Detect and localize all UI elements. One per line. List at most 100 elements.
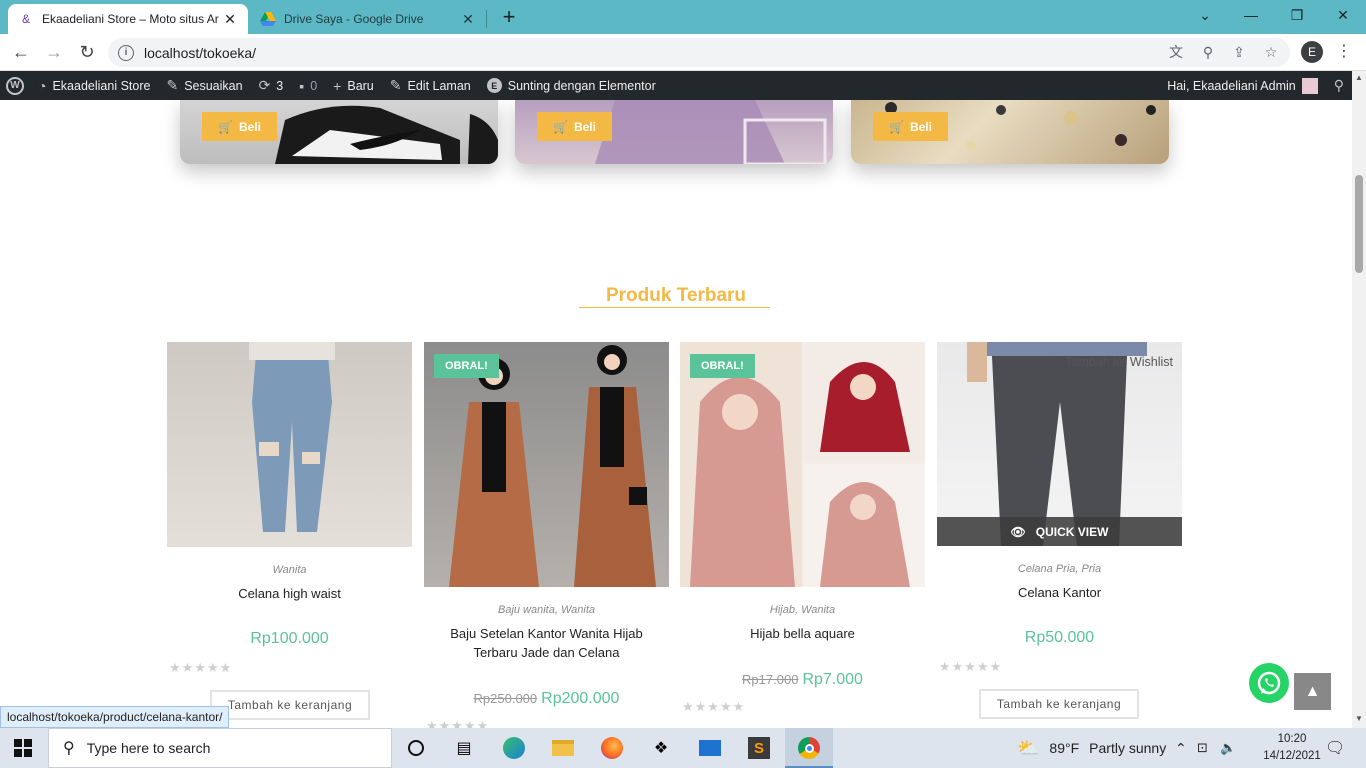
- tray-chevron-up-icon[interactable]: ⌃: [1175, 728, 1187, 768]
- cart-icon: 🛒: [889, 119, 904, 134]
- product-card[interactable]: Wanita Celana high waist Rp100.000 ★★★★★…: [167, 342, 412, 720]
- sublime-text-icon[interactable]: S: [746, 736, 772, 760]
- page-scrollbar[interactable]: ▲ ▼: [1352, 71, 1366, 728]
- product-category[interactable]: Hijab, Wanita: [680, 604, 925, 616]
- forward-arrow-icon[interactable]: →: [43, 41, 65, 63]
- tab-google-drive[interactable]: Drive Saya - Google Drive ✕: [250, 4, 486, 34]
- admin-comments[interactable]: ▪ 0: [291, 71, 325, 100]
- file-explorer-icon[interactable]: [550, 736, 576, 760]
- close-tab-icon[interactable]: ✕: [222, 11, 238, 28]
- admin-customize[interactable]: ✎ Sesuaikan: [158, 71, 250, 100]
- scroll-down-arrow-icon[interactable]: ▼: [1355, 714, 1363, 723]
- restore-icon[interactable]: ❐: [1286, 4, 1308, 26]
- product-category[interactable]: Baju wanita, Wanita: [424, 604, 669, 616]
- back-arrow-icon[interactable]: ←: [10, 41, 32, 63]
- taskbar-search[interactable]: ⚲ Type here to search: [48, 728, 392, 768]
- beli-button[interactable]: 🛒 Beli: [202, 112, 277, 141]
- dropbox-icon[interactable]: ❖: [648, 736, 674, 760]
- zoom-icon[interactable]: ⚲: [1198, 42, 1218, 62]
- product-image[interactable]: ♡ Tambah ke Wishlist 👁 QUICK VIEW: [937, 342, 1182, 546]
- bookmark-star-icon[interactable]: ☆: [1261, 42, 1281, 62]
- weather-widget[interactable]: ⛅ 89°F Partly sunny: [1017, 728, 1166, 768]
- browser-menu-icon[interactable]: ⋮: [1336, 40, 1352, 64]
- notification-icon[interactable]: 🗨: [1325, 728, 1345, 768]
- product-price: Rp100.000: [250, 630, 329, 647]
- product-card[interactable]: OBRAL! Baju wanita, Wanita Baju Setelan …: [424, 342, 669, 728]
- quick-view-button[interactable]: 👁 QUICK VIEW: [937, 517, 1182, 546]
- cortana-icon[interactable]: [403, 736, 429, 760]
- category-card-accessories[interactable]: 🛒 Beli: [851, 100, 1169, 164]
- firefox-icon[interactable]: [599, 736, 625, 760]
- pencil-icon: ✎: [389, 77, 402, 93]
- screen: & Ekaadeliani Store – Moto situs Ar ✕ Dr…: [0, 0, 1366, 768]
- minimize-icon[interactable]: —: [1240, 4, 1262, 26]
- page-content: 🛒 Beli 🛒 Beli 🛒 Beli Produk Terbaru Wani…: [0, 100, 1352, 728]
- admin-updates[interactable]: ⟳ 3: [251, 71, 292, 100]
- volume-icon[interactable]: 🔈: [1220, 728, 1236, 768]
- cart-icon: 🛒: [218, 119, 233, 134]
- windows-start-icon[interactable]: [14, 739, 32, 757]
- tab-ekaadeliani-store[interactable]: & Ekaadeliani Store – Moto situs Ar ✕: [8, 4, 248, 34]
- section-underline: [579, 307, 770, 308]
- jeans-image: [249, 342, 335, 532]
- add-to-cart-button[interactable]: Tambah ke keranjang: [979, 689, 1139, 719]
- heart-icon: ♡: [1048, 355, 1060, 369]
- add-to-cart-button[interactable]: Tambah ke keranjang: [210, 690, 370, 720]
- product-category[interactable]: Wanita: [167, 564, 412, 576]
- wp-admin-bar: W ◔ Ekaadeliani Store ✎ Sesuaikan ⟳ 3 ▪ …: [0, 71, 1352, 100]
- product-name[interactable]: Baju Setelan Kantor Wanita Hijab Terbaru…: [424, 624, 669, 662]
- scroll-up-arrow-icon[interactable]: ▲: [1355, 73, 1363, 82]
- network-icon[interactable]: ⊡: [1197, 728, 1208, 768]
- product-category[interactable]: Celana Pria, Pria: [937, 563, 1182, 575]
- translate-icon[interactable]: 文: [1166, 42, 1186, 62]
- section-title: Produk Terbaru: [605, 285, 747, 306]
- admin-elementor[interactable]: E Sunting dengan Elementor: [479, 71, 664, 100]
- product-name[interactable]: Celana Kantor: [937, 583, 1182, 602]
- beli-button[interactable]: 🛒 Beli: [537, 112, 612, 141]
- admin-search-icon[interactable]: ⚲: [1326, 71, 1352, 100]
- wordpress-logo-icon[interactable]: W: [0, 71, 30, 100]
- scrollbar-thumb[interactable]: [1355, 175, 1363, 273]
- new-tab-plus-icon[interactable]: +: [498, 6, 520, 28]
- whatsapp-icon[interactable]: [1249, 663, 1289, 703]
- product-card[interactable]: OBRAL! Hijab, Wanita Hijab bella aquare …: [680, 342, 925, 714]
- old-price: Rp250.000: [473, 691, 538, 706]
- comment-bubble-icon: ▪: [299, 77, 305, 94]
- close-window-icon[interactable]: ✕: [1332, 4, 1354, 26]
- close-tab-icon[interactable]: ✕: [460, 11, 476, 28]
- product-image[interactable]: OBRAL!: [424, 342, 669, 587]
- reload-icon[interactable]: ↻: [76, 41, 98, 63]
- admin-new[interactable]: + Baru: [325, 71, 382, 100]
- product-name[interactable]: Hijab bella aquare: [680, 624, 925, 643]
- tab-search-chevron-icon[interactable]: ⌄: [1194, 4, 1216, 26]
- product-name[interactable]: Celana high waist: [167, 584, 412, 603]
- edge-icon[interactable]: [501, 736, 527, 760]
- admin-site-name[interactable]: ◔ Ekaadeliani Store: [30, 71, 158, 100]
- profile-avatar[interactable]: E: [1301, 41, 1323, 63]
- windows-taskbar: ⚲ Type here to search ▤ ❖ S ⛅ 89°F Partl…: [0, 728, 1366, 768]
- mail-icon[interactable]: [697, 736, 723, 760]
- dashboard-gauge-icon: ◔: [38, 77, 47, 94]
- product-image[interactable]: [167, 342, 412, 547]
- wishlist-link[interactable]: ♡ Tambah ke Wishlist: [1048, 354, 1173, 370]
- plus-icon: +: [333, 77, 342, 94]
- product-card[interactable]: ♡ Tambah ke Wishlist 👁 QUICK VIEW Celana…: [937, 342, 1182, 719]
- category-card-sneakers[interactable]: 🛒 Beli: [180, 100, 498, 164]
- eye-icon: 👁: [1010, 524, 1026, 539]
- chrome-icon[interactable]: [796, 736, 822, 760]
- address-bar[interactable]: i localhost/tokoeka/: [108, 38, 1290, 67]
- product-image[interactable]: OBRAL!: [680, 342, 925, 587]
- taskbar-clock[interactable]: 10:20 14/12/2021: [1262, 731, 1322, 765]
- tab-title: Drive Saya - Google Drive: [284, 12, 424, 26]
- admin-account[interactable]: Hai, Ekaadeliani Admin: [1159, 71, 1326, 100]
- admin-edit-page[interactable]: ✎ Edit Laman: [382, 71, 479, 100]
- link-status-bar: localhost/tokoeka/product/celana-kantor/: [0, 706, 230, 728]
- beli-button[interactable]: 🛒 Beli: [873, 112, 948, 141]
- sale-badge: OBRAL!: [434, 354, 499, 378]
- task-view-icon[interactable]: ▤: [451, 736, 477, 760]
- share-icon[interactable]: ⇪: [1229, 42, 1249, 62]
- old-price: Rp17.000: [742, 672, 799, 687]
- scroll-to-top-button[interactable]: ▲: [1294, 673, 1331, 710]
- category-card-dress[interactable]: 🛒 Beli: [515, 100, 833, 164]
- site-info-icon[interactable]: i: [118, 44, 134, 61]
